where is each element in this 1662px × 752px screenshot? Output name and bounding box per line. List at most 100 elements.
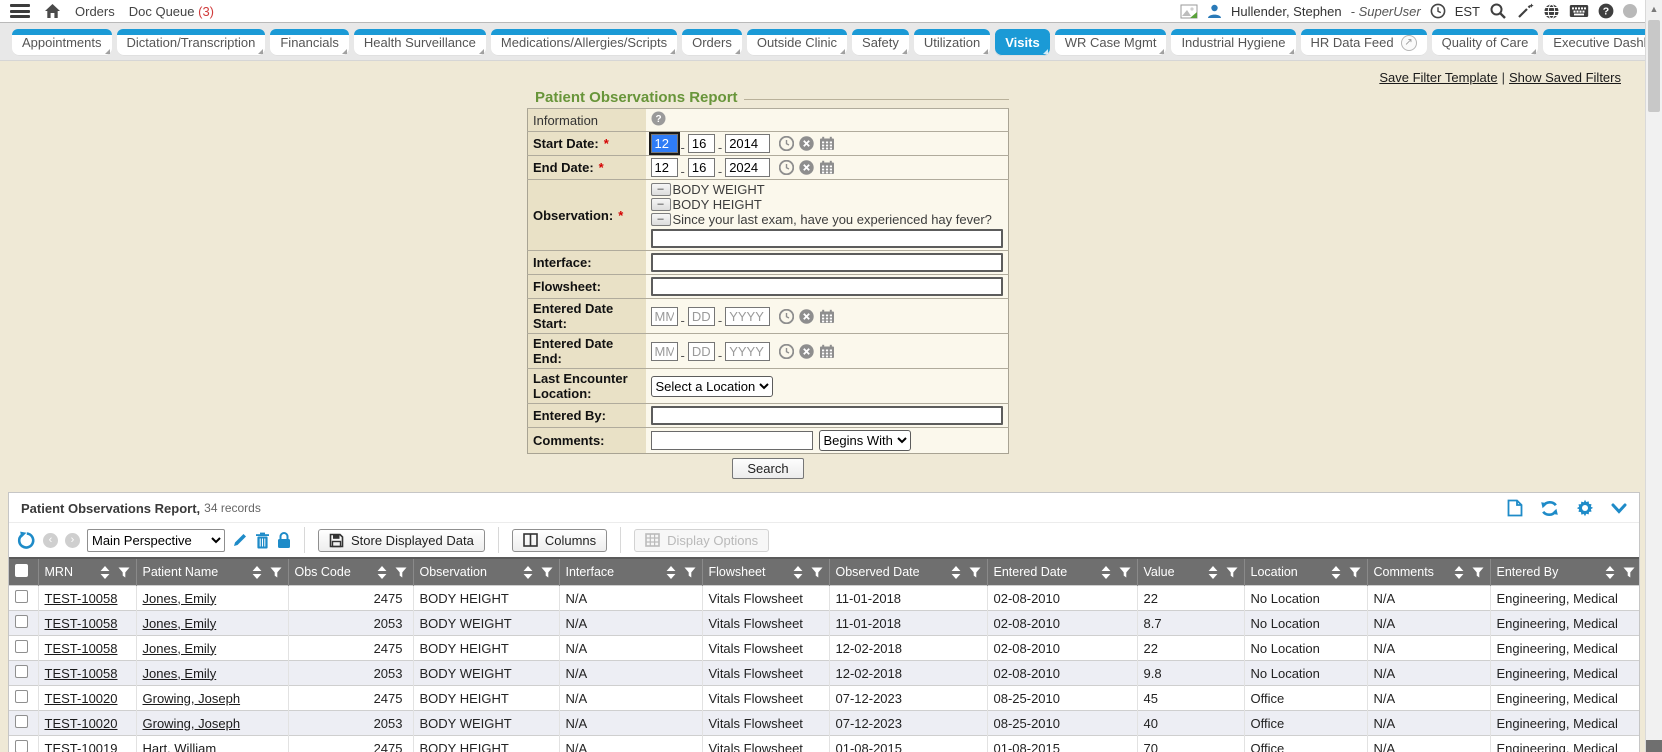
filter-funnel-icon[interactable]: [270, 567, 282, 578]
patient-name-link[interactable]: Growing, Joseph: [143, 716, 241, 731]
filter-funnel-icon[interactable]: [1119, 567, 1131, 578]
row-checkbox[interactable]: [15, 715, 28, 728]
timezone-label[interactable]: EST: [1455, 4, 1480, 19]
wand-icon[interactable]: [1516, 2, 1534, 20]
screenshot-image-icon[interactable]: [1180, 4, 1198, 19]
start-date-month-input[interactable]: [651, 134, 678, 153]
entered-date-start-time-icon[interactable]: [779, 309, 794, 324]
delete-perspective-icon[interactable]: [255, 532, 270, 549]
last-encounter-location-select[interactable]: Select a Location: [651, 376, 773, 397]
sort-icon[interactable]: [252, 566, 262, 579]
column-header-obs-code[interactable]: Obs Code: [288, 558, 413, 586]
entered-date-start-year-input[interactable]: [725, 307, 770, 326]
help-icon[interactable]: ?: [1598, 3, 1614, 19]
tab-outside-clinic[interactable]: Outside Clinic: [747, 29, 847, 56]
sort-icon[interactable]: [666, 566, 676, 579]
start-date-day-input[interactable]: [688, 134, 715, 153]
filter-funnel-icon[interactable]: [1349, 567, 1361, 578]
entered-date-end-time-icon[interactable]: [779, 344, 794, 359]
scrollbar-thumb[interactable]: [1648, 20, 1660, 112]
end-date-day-input[interactable]: [688, 158, 715, 177]
entered-date-end-calendar-icon[interactable]: [819, 344, 835, 359]
column-header-observed-date[interactable]: Observed Date: [829, 558, 987, 586]
filter-funnel-icon[interactable]: [811, 567, 823, 578]
sort-icon[interactable]: [1208, 566, 1218, 579]
home-icon[interactable]: [44, 3, 61, 19]
information-help-icon[interactable]: ?: [651, 111, 666, 126]
tab-industrial-hygiene[interactable]: Industrial Hygiene: [1171, 29, 1295, 56]
perspective-select[interactable]: Main Perspective: [87, 529, 225, 552]
comments-input[interactable]: [651, 431, 813, 450]
topbar-doc-queue-link[interactable]: Doc Queue (3): [129, 4, 214, 19]
topbar-orders-link[interactable]: Orders: [75, 4, 115, 19]
start-date-time-icon[interactable]: [779, 136, 794, 151]
start-date-clear-icon[interactable]: [799, 136, 814, 151]
mrn-link[interactable]: TEST-10019: [45, 741, 118, 752]
entered-date-start-day-input[interactable]: [688, 307, 715, 326]
column-header-location[interactable]: Location: [1244, 558, 1367, 586]
remove-observation-icon[interactable]: –: [651, 213, 671, 226]
filter-funnel-icon[interactable]: [1226, 567, 1238, 578]
filter-funnel-icon[interactable]: [395, 567, 407, 578]
lock-perspective-icon[interactable]: [277, 532, 291, 549]
filter-funnel-icon[interactable]: [684, 567, 696, 578]
store-displayed-data-button[interactable]: Store Displayed Data: [318, 529, 485, 552]
tab-appointments[interactable]: Appointments: [12, 29, 112, 56]
filter-funnel-icon[interactable]: [1623, 567, 1635, 578]
filter-funnel-icon[interactable]: [541, 567, 553, 578]
sort-icon[interactable]: [523, 566, 533, 579]
search-button[interactable]: Search: [732, 458, 803, 479]
tab-orders[interactable]: Orders: [682, 29, 742, 56]
entered-date-start-clear-icon[interactable]: [799, 309, 814, 324]
user-name[interactable]: Hullender, Stephen: [1231, 4, 1342, 19]
sort-icon[interactable]: [1101, 566, 1111, 579]
mrn-link[interactable]: TEST-10058: [45, 641, 118, 656]
select-all-checkbox[interactable]: [15, 564, 28, 577]
mrn-link[interactable]: TEST-10058: [45, 666, 118, 681]
column-header-flowsheet[interactable]: Flowsheet: [702, 558, 829, 586]
comments-match-select[interactable]: Begins With: [819, 430, 911, 451]
end-date-month-input[interactable]: [651, 158, 678, 177]
entered-by-input[interactable]: [651, 406, 1003, 425]
hamburger-menu-icon[interactable]: [10, 4, 30, 18]
patient-name-link[interactable]: Growing, Joseph: [143, 691, 241, 706]
filter-funnel-icon[interactable]: [118, 567, 130, 578]
filter-funnel-icon[interactable]: [1472, 567, 1484, 578]
mrn-link[interactable]: TEST-10020: [45, 691, 118, 706]
row-checkbox[interactable]: [15, 665, 28, 678]
patient-name-link[interactable]: Hart, William: [143, 741, 217, 752]
tab-wr-case-mgmt[interactable]: WR Case Mgmt: [1055, 29, 1167, 56]
interface-input[interactable]: [651, 253, 1003, 272]
patient-name-link[interactable]: Jones, Emily: [143, 616, 217, 631]
entered-date-end-clear-icon[interactable]: [799, 344, 814, 359]
remove-observation-icon[interactable]: –: [651, 183, 671, 196]
end-date-year-input[interactable]: [725, 158, 770, 177]
row-checkbox[interactable]: [15, 690, 28, 703]
patient-name-link[interactable]: Jones, Emily: [143, 666, 217, 681]
tab-visits[interactable]: Visits: [995, 29, 1049, 56]
row-checkbox[interactable]: [15, 740, 28, 752]
tab-dictation-transcription[interactable]: Dictation/Transcription: [117, 29, 266, 56]
tab-safety[interactable]: Safety: [852, 29, 909, 56]
sort-icon[interactable]: [1605, 566, 1615, 579]
vertical-scrollbar[interactable]: ▲: [1645, 0, 1662, 752]
edit-perspective-icon[interactable]: [232, 532, 248, 548]
sort-icon[interactable]: [377, 566, 387, 579]
end-date-clear-icon[interactable]: [799, 160, 814, 175]
sort-icon[interactable]: [1331, 566, 1341, 579]
flowsheet-input[interactable]: [651, 277, 1003, 296]
sort-icon[interactable]: [793, 566, 803, 579]
external-link-icon[interactable]: ↗: [1401, 35, 1417, 51]
column-header-comments[interactable]: Comments: [1367, 558, 1490, 586]
columns-button[interactable]: Columns: [512, 529, 607, 552]
column-header-observation[interactable]: Observation: [413, 558, 559, 586]
entered-date-start-calendar-icon[interactable]: [819, 309, 835, 324]
save-filter-template-link[interactable]: Save Filter Template: [1379, 70, 1497, 85]
search-icon[interactable]: [1489, 2, 1507, 20]
sort-icon[interactable]: [951, 566, 961, 579]
row-checkbox[interactable]: [15, 590, 28, 603]
show-saved-filters-link[interactable]: Show Saved Filters: [1509, 70, 1621, 85]
tab-financials[interactable]: Financials: [270, 29, 349, 56]
reset-perspective-icon[interactable]: [17, 531, 36, 550]
end-date-time-icon[interactable]: [779, 160, 794, 175]
